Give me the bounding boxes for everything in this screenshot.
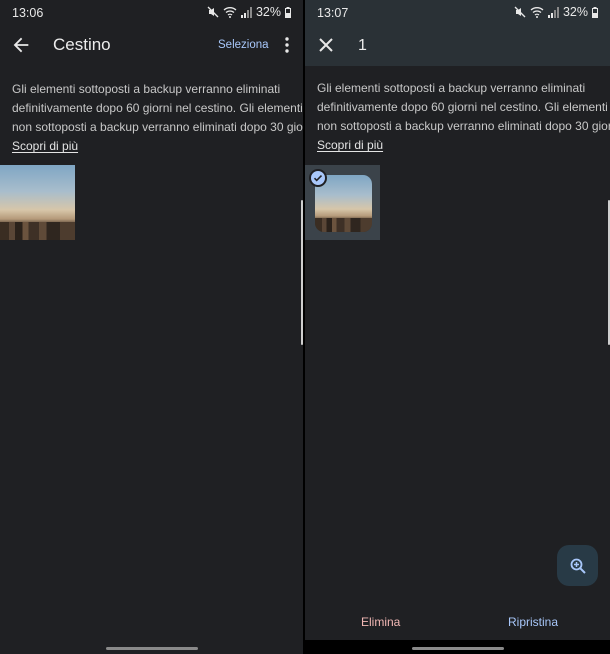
trash-info-text: Gli elementi sottoposti a backup verrann…: [12, 80, 303, 156]
back-arrow-icon[interactable]: [10, 34, 32, 56]
info-line: definitivamente dopo 60 giorni nel cesti…: [317, 100, 608, 114]
signal-icon: [547, 6, 559, 18]
trash-screen-normal: 13:06 32% Cestino Seleziona Gli elementi…: [0, 0, 303, 654]
battery-percent: 32%: [562, 5, 588, 19]
delete-button[interactable]: Elimina: [361, 615, 400, 629]
gesture-nav-bar: [305, 640, 610, 654]
zoom-button[interactable]: [557, 545, 598, 586]
trash-screen-selection: 1 13:07 32% Gli elementi sottoposti a ba…: [305, 0, 610, 654]
trashed-photo-thumbnail[interactable]: [0, 165, 75, 240]
restore-button[interactable]: Ripristina: [508, 615, 558, 629]
mute-icon: [207, 6, 219, 18]
battery-icon: [592, 6, 598, 18]
selected-photo-tile[interactable]: [305, 165, 380, 240]
info-line: Gli elementi sottoposti a backup verrann…: [317, 81, 586, 95]
wifi-icon: [223, 7, 237, 18]
selected-count: 1: [358, 37, 367, 54]
status-bar: 13:06 32%: [0, 0, 303, 26]
top-app-bar: Cestino Seleziona: [0, 26, 303, 64]
trash-info-text: Gli elementi sottoposti a backup verrann…: [317, 79, 610, 155]
status-time: 13:06: [12, 6, 44, 20]
learn-more-link[interactable]: Scopri di più: [12, 137, 78, 156]
check-circle-icon[interactable]: [309, 169, 327, 187]
info-line: Gli elementi sottoposti a backup verrann…: [12, 82, 281, 96]
info-line: definitivamente dopo 60 giorni nel cesti…: [12, 101, 303, 115]
info-line: non sottoposti a backup verranno elimina…: [317, 119, 610, 133]
status-time: 13:07: [317, 6, 349, 20]
wifi-icon: [530, 7, 544, 18]
selection-action-bar: Elimina Ripristina: [305, 605, 610, 637]
close-icon[interactable]: [316, 35, 336, 55]
gesture-nav-bar: [0, 640, 303, 654]
learn-more-link[interactable]: Scopri di più: [317, 136, 383, 155]
mute-icon: [514, 6, 526, 18]
home-handle[interactable]: [411, 647, 504, 650]
info-line: non sottoposti a backup verranno elimina…: [12, 120, 303, 134]
zoom-in-icon: [570, 558, 586, 574]
checkmark-icon: [313, 175, 323, 182]
more-vert-icon[interactable]: [280, 36, 294, 54]
status-bar: 13:07 32%: [305, 0, 610, 26]
home-handle[interactable]: [105, 647, 198, 650]
status-icons: 32%: [514, 5, 598, 19]
photo-image: [0, 165, 75, 240]
page-title: Cestino: [53, 35, 111, 54]
select-button[interactable]: Seleziona: [218, 39, 269, 51]
battery-percent: 32%: [255, 5, 281, 19]
signal-icon: [240, 6, 252, 18]
status-icons: 32%: [207, 5, 291, 19]
battery-icon: [285, 6, 291, 18]
